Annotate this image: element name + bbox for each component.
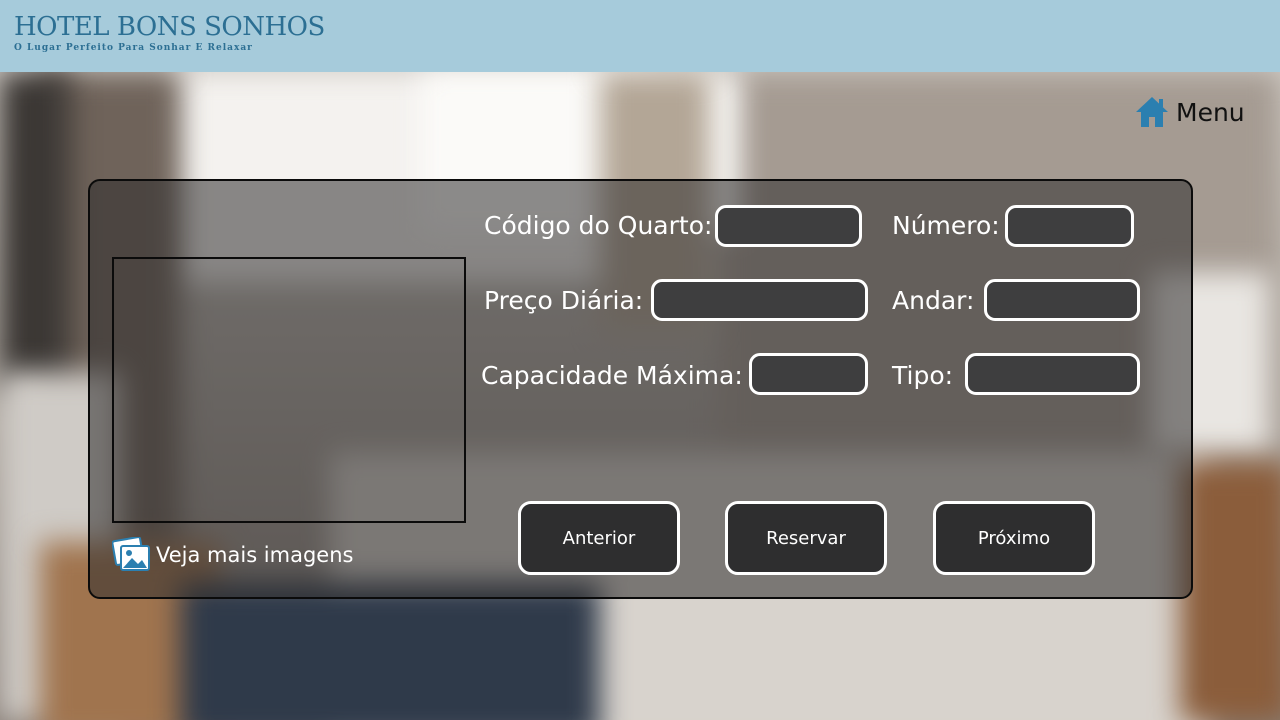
floor-input[interactable]: [984, 279, 1140, 321]
more-images-link[interactable]: Veja mais imagens: [112, 537, 353, 573]
hotel-logo[interactable]: HOTEL BONS SONHOS O Lugar Perfeito Para …: [14, 12, 325, 53]
number-input[interactable]: [1005, 205, 1134, 247]
type-input[interactable]: [965, 353, 1140, 395]
floor-label: Andar:: [892, 286, 975, 315]
logo-subtitle: O Lugar Perfeito Para Sonhar E Relaxar: [14, 43, 253, 53]
images-icon: [112, 537, 150, 571]
previous-button[interactable]: Anterior: [518, 501, 680, 575]
home-icon: [1136, 97, 1168, 127]
daily-price-input[interactable]: [651, 279, 868, 321]
logo-title: HOTEL BONS SONHOS: [14, 12, 325, 42]
reserve-button[interactable]: Reservar: [725, 501, 887, 575]
room-details-panel: Veja mais imagens Código do Quarto: Núme…: [88, 179, 1193, 599]
header-bar: HOTEL BONS SONHOS O Lugar Perfeito Para …: [0, 0, 1280, 72]
room-code-label: Código do Quarto:: [484, 211, 713, 240]
menu-button[interactable]: Menu: [1134, 94, 1245, 130]
max-capacity-label: Capacidade Máxima:: [481, 361, 743, 390]
number-label: Número:: [892, 211, 1000, 240]
daily-price-label: Preço Diária:: [484, 286, 644, 315]
more-images-label: Veja mais imagens: [156, 543, 354, 567]
next-button[interactable]: Próximo: [933, 501, 1095, 575]
room-photo-frame: [112, 257, 466, 523]
menu-label: Menu: [1176, 97, 1245, 127]
max-capacity-input[interactable]: [749, 353, 868, 395]
type-label: Tipo:: [892, 361, 954, 390]
room-code-input[interactable]: [715, 205, 862, 247]
